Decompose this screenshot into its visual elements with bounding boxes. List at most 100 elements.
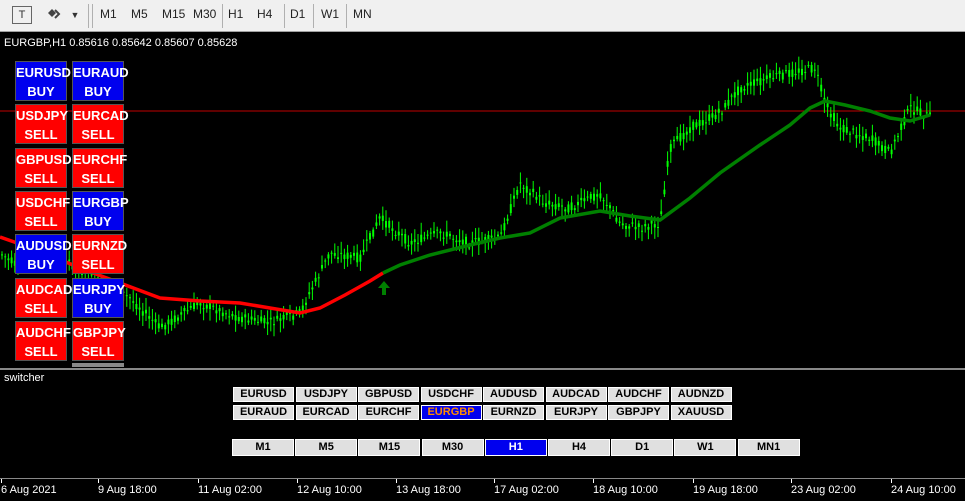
candle-body: [868, 139, 871, 141]
candle-body: [817, 74, 819, 76]
candle-body: [353, 252, 355, 256]
candle-body: [727, 99, 730, 106]
time-tick: [396, 479, 397, 483]
pair-button-audchf[interactable]: AUDCHF SELL: [15, 320, 71, 361]
dropdown-arrow-icon[interactable]: ▼: [68, 5, 82, 25]
candle-body: [308, 292, 311, 295]
pair-label: USDCHF: [16, 194, 71, 210]
candle-body: [618, 221, 621, 223]
pair-button-gbpusd[interactable]: GBPUSD SELL: [15, 147, 72, 188]
switch-symbol-eurchf[interactable]: EURCHF: [358, 405, 419, 420]
candle-body: [180, 312, 183, 315]
candle-body: [631, 222, 634, 224]
candle-body: [7, 258, 10, 261]
pair-button-audusd[interactable]: AUDUSD BUY: [15, 234, 72, 275]
candle-body: [330, 252, 333, 254]
switch-symbol-audnzd[interactable]: AUDNZD: [670, 387, 732, 402]
subwindow-title: switcher: [4, 372, 45, 384]
toolbar-tf-mn[interactable]: MN: [353, 7, 372, 21]
candle-body: [407, 244, 410, 247]
toolbar-tf-w1[interactable]: W1: [321, 7, 339, 21]
pair-label: EURUSD: [16, 65, 71, 80]
candle-body: [234, 315, 237, 321]
candle-body: [653, 224, 656, 228]
pair-action: SELL: [24, 170, 58, 186]
pair-button-usdchf[interactable]: USDCHF SELL: [15, 190, 71, 231]
switch-timeframe-m30[interactable]: M30: [421, 439, 484, 456]
candle-body: [589, 194, 592, 199]
candle-body: [698, 119, 701, 126]
switch-timeframe-h1[interactable]: H1: [484, 439, 547, 456]
candle-body: [820, 84, 823, 92]
candle-body: [148, 316, 151, 319]
switch-timeframe-w1[interactable]: W1: [674, 439, 737, 456]
pair-button-usdjpy[interactable]: USDJPY SELL: [15, 104, 68, 145]
pair-label: GBPJPY: [73, 324, 126, 340]
candle-body: [516, 189, 519, 195]
switch-symbol-eurcad[interactable]: EURCAD: [295, 405, 357, 420]
pair-button-eurjpy[interactable]: EURJPY BUY: [72, 277, 125, 318]
candle-body: [685, 131, 688, 135]
toolbar-tf-m1[interactable]: M1: [100, 7, 117, 21]
switch-symbol-usdjpy[interactable]: USDJPY: [295, 387, 357, 402]
candle-body: [730, 95, 733, 97]
switch-timeframe-d1[interactable]: D1: [611, 439, 674, 456]
pair-button-eurcad[interactable]: EURCAD SELL: [72, 104, 129, 145]
switch-symbol-gbpjpy[interactable]: GBPJPY: [608, 405, 669, 420]
toolbar-tf-m15[interactable]: M15: [162, 7, 185, 21]
shapes-icon[interactable]: [44, 5, 64, 25]
candle-body: [554, 204, 557, 210]
switch-symbol-xauusd[interactable]: XAUUSD: [670, 405, 732, 420]
candle-body: [241, 316, 243, 323]
pair-button-audcad[interactable]: AUDCAD SELL: [15, 277, 72, 318]
candle-body: [893, 139, 896, 142]
candle-body: [772, 78, 775, 80]
pair-button-euraud[interactable]: EURAUD BUY: [72, 61, 129, 101]
candle-body: [269, 317, 272, 320]
pair-button-gbpjpy[interactable]: GBPJPY SELL: [72, 320, 126, 361]
switch-timeframe-h4[interactable]: H4: [548, 439, 610, 456]
candle-body: [164, 324, 167, 330]
switch-symbol-eurjpy[interactable]: EURJPY: [545, 405, 607, 420]
candle-body: [145, 309, 147, 314]
candle-body: [759, 78, 762, 86]
candle-body: [228, 316, 231, 318]
price-chart[interactable]: EURGBP,H1 0.85616 0.85642 0.85607 0.8562…: [0, 33, 965, 367]
switch-symbol-gbpusd[interactable]: GBPUSD: [358, 387, 419, 402]
pair-button-eurgbp[interactable]: EURGBP BUY: [72, 190, 129, 231]
switch-timeframe-m5[interactable]: M5: [295, 439, 358, 456]
pair-button-eurusd[interactable]: EURUSD BUY: [15, 61, 71, 101]
candle-body: [333, 253, 336, 256]
candle-body: [791, 69, 794, 77]
switch-timeframe-m1[interactable]: M1: [232, 439, 294, 456]
switch-symbol-euraud[interactable]: EURAUD: [233, 405, 294, 420]
switch-symbol-audcad[interactable]: AUDCAD: [545, 387, 607, 402]
toolbar-tf-d1[interactable]: D1: [290, 7, 305, 21]
toolbar-tf-m5[interactable]: M5: [131, 7, 148, 21]
pair-button-eurnzd[interactable]: EURNZD SELL: [72, 234, 127, 275]
switch-symbol-audchf[interactable]: AUDCHF: [608, 387, 669, 402]
time-label: 13 Aug 18:00: [396, 484, 461, 496]
candle-body: [186, 310, 189, 312]
candle-body: [695, 122, 698, 128]
text-icon[interactable]: T: [12, 6, 32, 24]
toolbar-tf-h4[interactable]: H4: [257, 7, 272, 21]
candle-body: [346, 252, 349, 259]
switch-symbol-eurnzd[interactable]: EURNZD: [483, 405, 544, 420]
toolbar-separator: [313, 4, 314, 28]
candle-body: [247, 320, 250, 323]
switch-timeframe-mn1[interactable]: MN1: [737, 439, 800, 456]
pair-action: BUY: [27, 84, 55, 99]
switch-symbol-eurusd[interactable]: EURUSD: [233, 387, 294, 402]
candle-body: [570, 202, 573, 211]
switch-symbol-usdchf[interactable]: USDCHF: [420, 387, 482, 402]
candle-body: [420, 234, 423, 243]
toolbar: T ▼ M1 M5 M15 M30 H1 H4 D1 W1 MN: [0, 0, 965, 32]
pair-button-eurchf[interactable]: EURCHF SELL: [72, 147, 127, 188]
switch-symbol-audusd[interactable]: AUDUSD: [483, 387, 544, 402]
candle-body: [343, 254, 346, 260]
switch-symbol-eurgbp[interactable]: EURGBP: [420, 405, 482, 420]
switch-timeframe-m15[interactable]: M15: [358, 439, 421, 456]
toolbar-tf-m30[interactable]: M30: [193, 7, 216, 21]
toolbar-tf-h1[interactable]: H1: [228, 7, 243, 21]
